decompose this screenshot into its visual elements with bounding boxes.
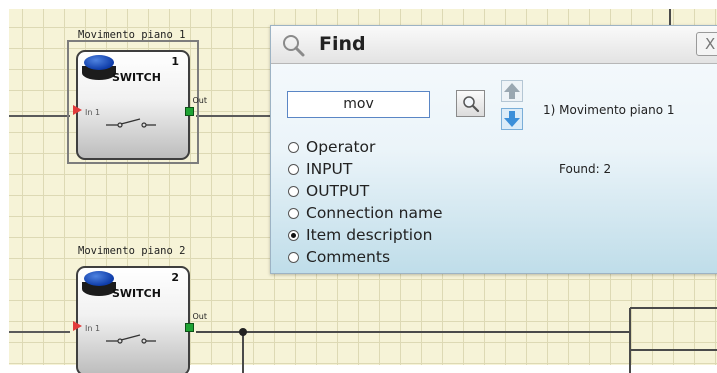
option-input[interactable]: INPUT bbox=[288, 158, 443, 180]
option-label: OUTPUT bbox=[306, 182, 370, 200]
option-label: Item description bbox=[306, 226, 433, 244]
radio-item-description[interactable] bbox=[288, 229, 299, 241]
block-1-number: 1 bbox=[171, 55, 179, 68]
radio-output[interactable] bbox=[288, 185, 299, 197]
search-icon bbox=[463, 96, 480, 113]
radio-comments[interactable] bbox=[288, 251, 299, 263]
find-dialog: Find X mov 1) Movimento piano 1 Found: 2… bbox=[270, 25, 717, 274]
option-comments[interactable]: Comments bbox=[288, 246, 443, 268]
search-scope-options: Operator INPUT OUTPUT Connection name It… bbox=[288, 136, 443, 268]
arrow-up-icon[interactable] bbox=[501, 80, 523, 102]
switch-contact-icon bbox=[106, 334, 156, 344]
dialog-title: Find bbox=[319, 33, 366, 55]
search-button[interactable] bbox=[456, 90, 485, 117]
block-2-output-label: Out bbox=[192, 312, 207, 321]
radio-input[interactable] bbox=[288, 163, 299, 175]
arrow-down-icon[interactable] bbox=[501, 108, 523, 130]
switch-block-2[interactable]: SWITCH 2 In 1 Out bbox=[73, 266, 207, 373]
switch-contact-icon bbox=[106, 118, 156, 128]
option-item-description[interactable]: Item description bbox=[288, 224, 443, 246]
option-operator[interactable]: Operator bbox=[288, 136, 443, 158]
block-2-type-label: SWITCH bbox=[112, 287, 161, 300]
block-1-output-label: Out bbox=[192, 96, 207, 105]
output-pin-icon[interactable] bbox=[185, 107, 194, 116]
block-1-type-label: SWITCH bbox=[112, 71, 161, 84]
switch-block-1[interactable]: SWITCH 1 In 1 Out bbox=[73, 50, 207, 160]
block-2-input-label: In 1 bbox=[85, 324, 101, 333]
option-label: Connection name bbox=[306, 204, 443, 222]
pushbutton-icon bbox=[84, 271, 114, 286]
radio-connection-name[interactable] bbox=[288, 207, 299, 219]
block-1-input-label: In 1 bbox=[85, 108, 101, 117]
found-count: Found: 2 bbox=[559, 162, 612, 176]
search-result-item[interactable]: 1) Movimento piano 1 bbox=[543, 103, 675, 117]
find-dialog-titlebar[interactable]: Find X bbox=[271, 26, 717, 64]
input-pin-icon[interactable] bbox=[73, 105, 82, 115]
option-output[interactable]: OUTPUT bbox=[288, 180, 443, 202]
radio-operator[interactable] bbox=[288, 141, 299, 153]
close-button[interactable]: X bbox=[696, 32, 717, 56]
search-input[interactable]: mov bbox=[287, 91, 430, 118]
block-2-title: Movimento piano 2 bbox=[78, 245, 186, 257]
wire-junction bbox=[239, 328, 247, 336]
pushbutton-icon bbox=[84, 55, 114, 70]
magnifier-icon bbox=[283, 35, 305, 57]
option-label: Operator bbox=[306, 138, 376, 156]
option-label: Comments bbox=[306, 248, 391, 266]
input-pin-icon[interactable] bbox=[73, 321, 82, 331]
option-connection-name[interactable]: Connection name bbox=[288, 202, 443, 224]
option-label: INPUT bbox=[306, 160, 353, 178]
block-2-number: 2 bbox=[171, 271, 179, 284]
output-pin-icon[interactable] bbox=[185, 323, 194, 332]
